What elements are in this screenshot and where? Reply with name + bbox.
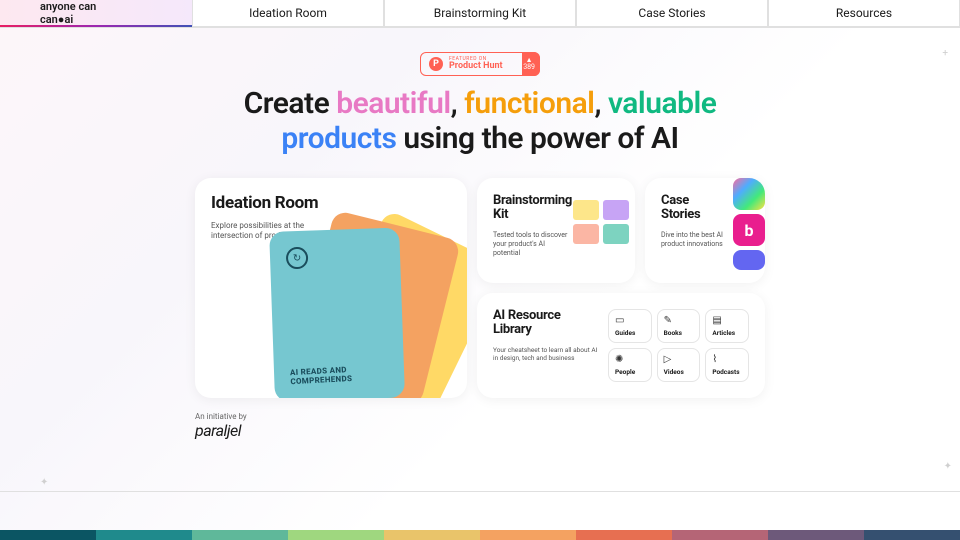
guides-icon: ▭ [615,315,624,326]
refresh-icon: ↻ [286,247,309,270]
perspective-floor-line [0,491,960,492]
nav-ideation-room[interactable]: Ideation Room [192,0,384,27]
hero-heading: Create beautiful, functional, valuable p… [0,86,960,156]
fan-card-teal: ↻ AI READS AND COMPREHENDS [269,227,405,398]
brand-logo[interactable]: anyone cancan●ai [0,0,192,27]
product-logos: b [733,178,765,274]
reslib-desc: Your cheatsheet to learn all about AI in… [493,346,598,363]
people-icon: ✺ [615,354,623,365]
nav-case-stories[interactable]: Case Stories [576,0,768,27]
footer-rainbow-bar [0,530,960,540]
videos-icon: ▷ [664,354,672,365]
card-fan-illustration: ↻ AI READS AND COMPREHENDS [257,228,467,398]
bkit-desc: Tested tools to discover your product's … [493,231,573,258]
sparkle-icon: + [942,48,948,59]
podcasts-icon: ⌇ [712,354,717,365]
resource-people[interactable]: ✺People [608,348,652,382]
card-resource-library[interactable]: AI Resource Library Your cheatsheet to l… [477,293,765,398]
cstory-title: Case Stories [661,194,721,223]
reslib-title: AI Resource Library [493,309,598,338]
copilot-logo-icon [733,178,765,210]
resource-videos[interactable]: ▷Videos [657,348,701,382]
bkit-title: Brainstorming Kit [493,194,583,223]
resource-articles[interactable]: ▤Articles [705,309,749,343]
sparkle-icon: ✦ [944,461,952,472]
ideation-title: Ideation Room [211,194,331,213]
card-ideation-room[interactable]: Ideation Room Explore possibilities at t… [195,178,467,398]
upvote-icon: ▲389 [523,57,535,71]
books-icon: ✎ [664,315,672,326]
parallel-logo[interactable]: paraljel [195,421,960,440]
product-hunt-text: FEATURED ON Product Hunt [449,57,503,71]
product-hunt-icon: P [429,57,443,71]
product-hunt-badge[interactable]: P FEATURED ON Product Hunt ▲389 [420,52,540,76]
card-brainstorming-kit[interactable]: Brainstorming Kit Tested tools to discov… [477,178,635,283]
logo-can: can [40,13,58,26]
resource-podcasts[interactable]: ⌇Podcasts [705,348,749,382]
nav-resources[interactable]: Resources [768,0,960,27]
resource-books[interactable]: ✎Books [657,309,701,343]
card-case-stories[interactable]: Case Stories Dive into the best AI produ… [645,178,765,283]
brand-logo-icon: b [733,214,765,246]
initiative-credit: An initiative by paraljel [195,412,960,440]
sticky-notes-illustration [573,200,629,244]
sparkle-icon: ✦ [40,477,48,488]
articles-icon: ▤ [712,315,721,326]
brand-logo-icon-3 [733,250,765,270]
resource-guides[interactable]: ▭Guides [608,309,652,343]
nav-brainstorming-kit[interactable]: Brainstorming Kit [384,0,576,27]
top-nav: Ideation Room Brainstorming Kit Case Sto… [192,0,960,27]
cstory-desc: Dive into the best AI product innovation… [661,231,731,249]
